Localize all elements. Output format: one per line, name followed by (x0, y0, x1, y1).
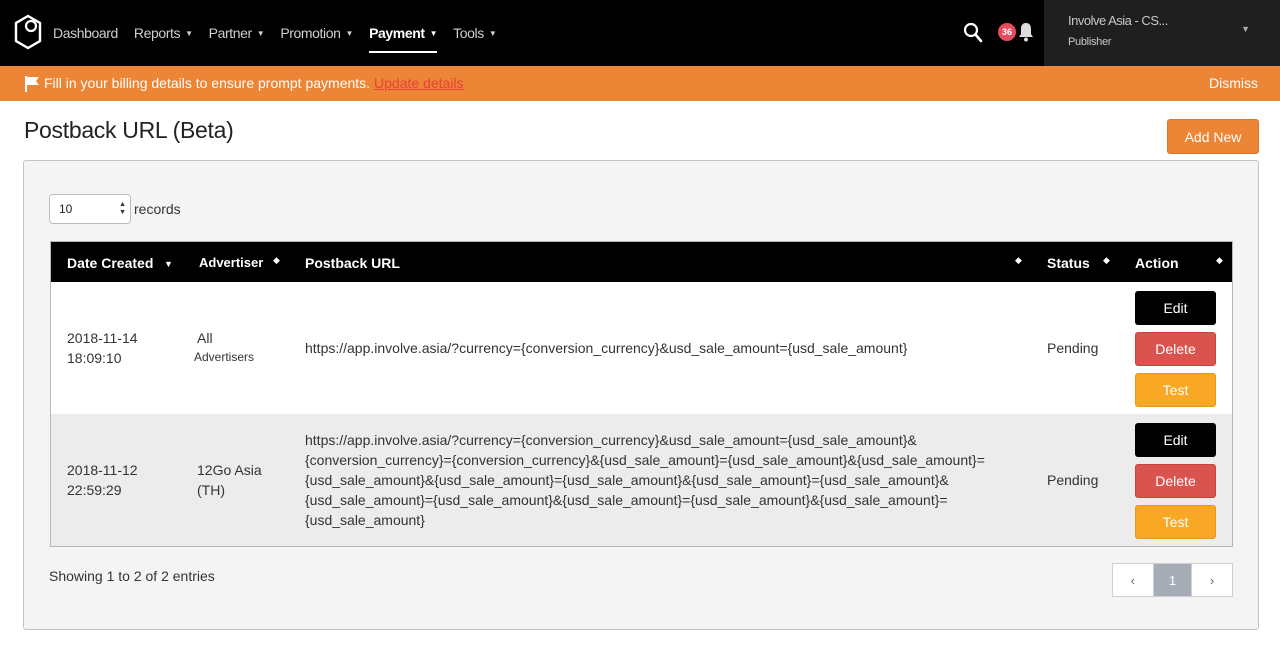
search-icon[interactable] (963, 22, 983, 44)
nav-reports[interactable]: Reports ▼ (134, 0, 193, 66)
spinner-arrows-icon: ▲ ▼ (119, 201, 126, 216)
delete-button[interactable]: Delete (1135, 332, 1216, 366)
flag-icon (25, 76, 39, 92)
header-postback-url[interactable]: Postback URL (305, 255, 400, 271)
header-action[interactable]: Action (1135, 255, 1179, 271)
entries-info: Showing 1 to 2 of 2 entries (49, 568, 215, 584)
user-menu[interactable]: Involve Asia - CS... Publisher ▼ (1044, 0, 1280, 66)
sort-icon[interactable]: ◆ (1103, 255, 1110, 266)
postback-url-cell: https://app.involve.asia/?currency={conv… (305, 340, 908, 356)
table-row: 2018-11-14 18:09:10 All Advertisers http… (51, 282, 1232, 414)
sort-icon[interactable]: ◆ (273, 255, 280, 266)
advertiser-cell: 12Go Asia (TH) (197, 462, 262, 498)
nav-dashboard[interactable]: Dashboard (53, 0, 118, 66)
dismiss-button[interactable]: Dismiss (1209, 75, 1258, 91)
status-cell: Pending (1047, 472, 1099, 488)
caret-down-icon: ▼ (256, 28, 265, 38)
header-date-created[interactable]: Date Created (67, 255, 153, 271)
edit-button[interactable]: Edit (1135, 423, 1216, 457)
prev-page-button[interactable]: ‹ (1113, 564, 1153, 596)
user-name: Involve Asia - CS... (1068, 13, 1168, 28)
caret-down-icon: ▼ (488, 28, 497, 38)
next-page-button[interactable]: › (1192, 564, 1232, 596)
postback-url-cell: https://app.involve.asia/?currency={conv… (305, 432, 985, 528)
banner-message: Fill in your billing details to ensure p… (44, 75, 464, 91)
nav-tools[interactable]: Tools ▼ (453, 0, 497, 66)
test-button[interactable]: Test (1135, 505, 1216, 539)
pagination: ‹ 1 › (1112, 563, 1233, 597)
update-details-link[interactable]: Update details (374, 75, 464, 91)
nav-promotion[interactable]: Promotion ▼ (280, 0, 353, 66)
sort-icon[interactable]: ◆ (1216, 255, 1223, 266)
header-advertiser[interactable]: Advertiser (199, 255, 263, 270)
header-status[interactable]: Status (1047, 255, 1090, 271)
test-button[interactable]: Test (1135, 373, 1216, 407)
add-new-button[interactable]: Add New (1167, 119, 1259, 154)
table-row: 2018-11-12 22:59:29 12Go Asia (TH) https… (51, 414, 1232, 546)
records-label: records (134, 201, 181, 217)
main-menu: Dashboard Reports ▼ Partner ▼ Promotion ▼ P… (53, 0, 512, 66)
caret-down-icon: ▼ (345, 28, 354, 38)
user-role: Publisher (1068, 36, 1112, 48)
caret-down-icon: ▼ (429, 28, 438, 38)
top-navbar: Dashboard Reports ▼ Partner ▼ Promotion ▼ P… (0, 0, 1280, 66)
sort-icon[interactable]: ◆ (1015, 255, 1022, 266)
nav-payment[interactable]: Payment ▼ (369, 0, 438, 66)
status-cell: Pending (1047, 340, 1099, 356)
date-created-cell: 2018-11-12 22:59:29 (67, 462, 138, 498)
billing-banner: Fill in your billing details to ensure p… (0, 66, 1280, 101)
advertiser-cell: All Advertisers (194, 330, 255, 364)
table-header: Date Created ▼ Advertiser ◆ Postback URL… (51, 242, 1232, 282)
page-1-button[interactable]: 1 (1152, 564, 1193, 596)
page-title: Postback URL (Beta) (24, 117, 234, 143)
sort-desc-icon[interactable]: ▼ (164, 259, 173, 269)
caret-down-icon: ▼ (1241, 24, 1250, 34)
records-per-page-select[interactable]: 10 ▲ ▼ (49, 194, 131, 224)
bell-icon[interactable] (1017, 21, 1035, 43)
delete-button[interactable]: Delete (1135, 464, 1216, 498)
nav-partner[interactable]: Partner ▼ (209, 0, 265, 66)
postback-panel: 10 ▲ ▼ records Date Created ▼ Advertiser … (23, 160, 1259, 630)
notification-count-badge[interactable]: 36 (998, 23, 1016, 41)
postback-table: Date Created ▼ Advertiser ◆ Postback URL… (50, 241, 1233, 547)
brand-logo-icon[interactable] (14, 14, 42, 50)
caret-down-icon: ▼ (185, 28, 193, 38)
edit-button[interactable]: Edit (1135, 291, 1216, 325)
date-created-cell: 2018-11-14 18:09:10 (67, 330, 138, 366)
